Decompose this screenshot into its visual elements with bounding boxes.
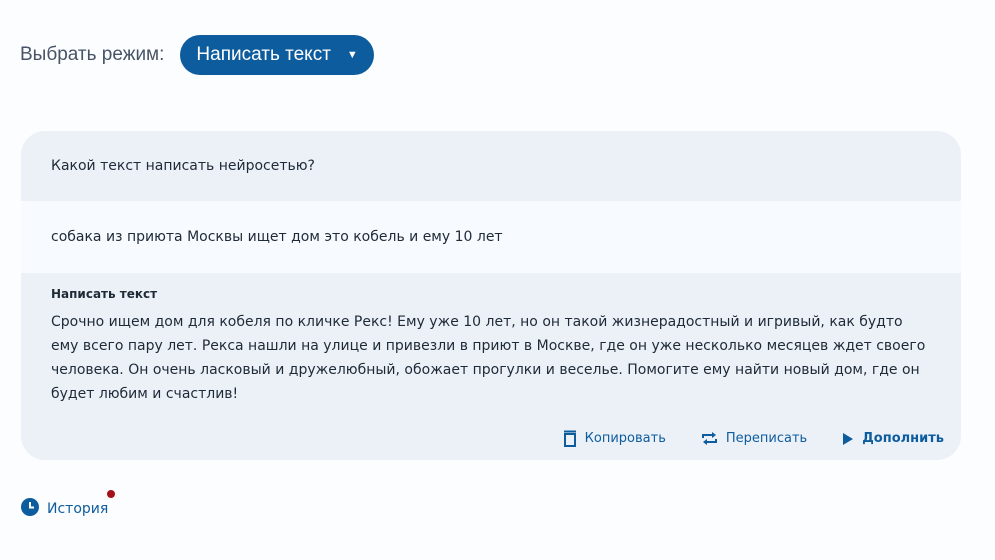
- continue-label: Дополнить: [862, 431, 944, 446]
- play-icon: [842, 432, 854, 446]
- generator-card: Какой текст написать нейросетью? собака …: [21, 131, 961, 460]
- prompt-input-value: собака из приюта Москвы ищет дом это коб…: [51, 229, 503, 245]
- caret-down-icon: ▼: [346, 49, 358, 61]
- repeat-icon: [701, 431, 718, 446]
- mode-selector-row: Выбрать режим: Написать текст ▼: [20, 35, 374, 75]
- result-title: Написать текст: [51, 287, 158, 301]
- rewrite-label: Переписать: [725, 431, 808, 446]
- history-label: История: [47, 501, 109, 517]
- prompt-question: Какой текст написать нейросетью?: [21, 131, 961, 201]
- copy-icon: [563, 430, 577, 447]
- prompt-question-text: Какой текст написать нейросетью?: [51, 158, 315, 174]
- result-actions: Копировать Переписать Дополнить: [563, 430, 944, 447]
- rewrite-button[interactable]: Переписать: [701, 431, 807, 446]
- prompt-input[interactable]: собака из приюта Москвы ищет дом это коб…: [21, 201, 961, 273]
- result-panel: Написать текст Срочно ищем дом для кобел…: [21, 273, 961, 406]
- clock-icon: [21, 498, 39, 520]
- copy-button[interactable]: Копировать: [563, 430, 666, 447]
- copy-label: Копировать: [584, 431, 666, 446]
- result-text: Срочно ищем дом для кобеля по кличке Рек…: [51, 314, 926, 402]
- history-link[interactable]: История: [21, 498, 108, 520]
- mode-selected-value: Написать текст: [196, 44, 331, 65]
- mode-dropdown[interactable]: Написать текст ▼: [180, 35, 374, 75]
- mode-label: Выбрать режим:: [20, 44, 165, 65]
- notification-dot: [107, 490, 115, 498]
- continue-button[interactable]: Дополнить: [842, 431, 944, 446]
